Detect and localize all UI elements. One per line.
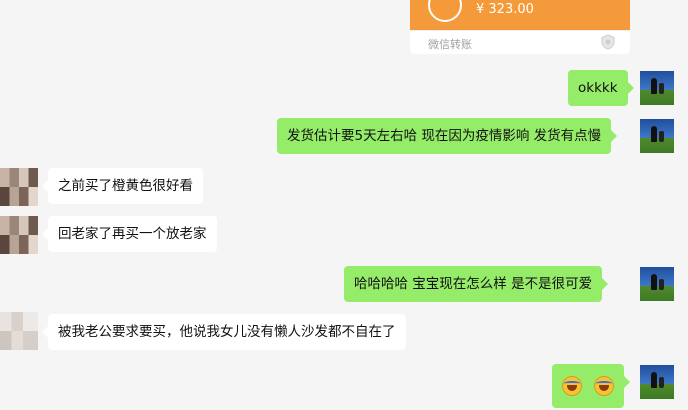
message-text: 回老家了再买一个放老家 (58, 226, 207, 242)
avatar-figure (659, 279, 664, 290)
avatar[interactable] (640, 267, 674, 301)
message-bubble-outgoing[interactable]: 发货估计要5天左右哈 现在因为疫情影响 发货有点慢 (277, 118, 618, 154)
avatar-figure (659, 131, 664, 142)
transfer-icon (428, 0, 462, 22)
message-text: 被我老公要求要买，他说我女儿没有懒人沙发都不自在了 (58, 324, 396, 340)
avatar[interactable] (0, 216, 38, 254)
avatar[interactable] (640, 71, 674, 105)
message-text: 哈哈哈哈 宝宝现在怎么样 是不是很可爱 (354, 276, 593, 292)
message-text: okkkk (578, 80, 618, 96)
avatar[interactable] (640, 119, 674, 153)
avatar-figure (659, 377, 664, 388)
avatar[interactable] (0, 168, 38, 206)
avatar-mosaic (0, 187, 38, 206)
message-text: 之前买了橙黄色很好看 (58, 178, 193, 194)
message-text: 发货估计要5天左右哈 现在因为疫情影响 发货有点慢 (287, 128, 602, 144)
avatar-figure (651, 274, 657, 290)
message-bubble-incoming[interactable]: 被我老公要求要买，他说我女儿没有懒人沙发都不自在了 (42, 314, 406, 350)
message-bubble-outgoing[interactable]: 哈哈哈哈 宝宝现在怎么样 是不是很可爱 (344, 266, 609, 302)
avatar-figure (651, 78, 657, 94)
message-bubble-incoming[interactable]: 回老家了再买一个放老家 (42, 216, 217, 252)
avatar-figure (651, 372, 657, 388)
avatar[interactable] (0, 312, 38, 350)
message-bubble-incoming[interactable]: 之前买了橙黄色很好看 (42, 168, 203, 204)
message-bubble-outgoing[interactable]: okkkk (568, 70, 634, 106)
avatar-figure (659, 83, 664, 94)
transfer-card-footer: 微信转账 (410, 30, 630, 54)
transfer-amount: ¥ 323.00 (476, 2, 534, 17)
shield-icon (601, 34, 615, 50)
avatar-mosaic (0, 331, 38, 350)
transfer-source-label: 微信转账 (428, 38, 472, 51)
avatar-figure (651, 126, 657, 142)
avatar[interactable] (640, 365, 674, 399)
transfer-card-header: ¥ 323.00 (410, 0, 630, 30)
avatar-mosaic (0, 235, 38, 254)
crying-laughing-emoji-icon (594, 376, 615, 396)
transfer-card[interactable]: ¥ 323.00 微信转账 (410, 0, 630, 54)
message-bubble-outgoing[interactable] (552, 364, 631, 408)
crying-laughing-emoji-icon (562, 376, 582, 396)
